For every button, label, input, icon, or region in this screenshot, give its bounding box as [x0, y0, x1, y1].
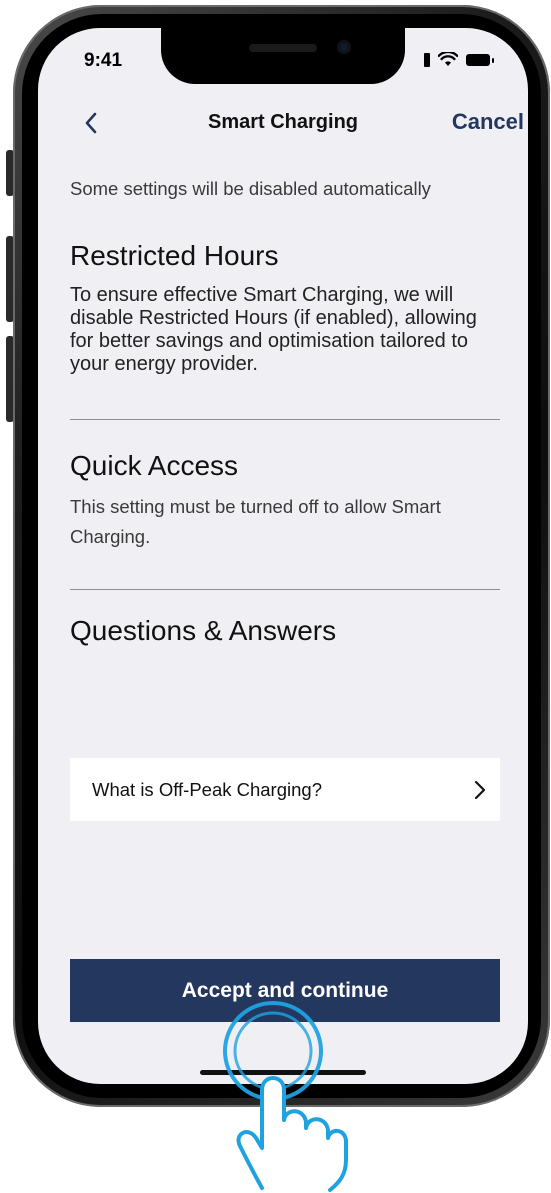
qa-item-off-peak-charging[interactable]: What is Off-Peak Charging?	[70, 758, 500, 821]
intro-text: Some settings will be disabled automatic…	[70, 178, 431, 199]
app-screen: 9:41 Smart Charging Cancel Some settings…	[38, 28, 528, 1084]
section-title-quick-access: Quick Access	[70, 450, 239, 481]
home-indicator	[200, 1070, 366, 1075]
qa-item-label: What is Off-Peak Charging?	[92, 778, 322, 800]
section-title-restricted-hours: Restricted Hours	[70, 240, 279, 271]
divider	[70, 419, 500, 420]
battery-icon	[466, 53, 494, 66]
status-icons	[424, 52, 494, 67]
nav-bar: Smart Charging Cancel	[38, 106, 528, 142]
wifi-icon	[438, 52, 458, 66]
section-text-restricted-hours: To ensure effective Smart Charging, we w…	[70, 284, 477, 375]
content: Some settings will be disabled automatic…	[70, 174, 500, 647]
chevron-right-icon	[474, 780, 486, 799]
accept-and-continue-button[interactable]: Accept and continue	[70, 959, 500, 1022]
cancel-button[interactable]: Cancel	[452, 109, 524, 135]
notch	[161, 28, 405, 84]
speaker-grille	[249, 44, 317, 52]
divider	[70, 589, 500, 590]
status-time: 9:41	[84, 50, 123, 71]
phone-mockup: 9:41 Smart Charging Cancel Some settings…	[0, 0, 551, 1193]
section-text-quick-access: This setting must be turned off to allow…	[70, 496, 441, 547]
signal-icon	[424, 52, 430, 67]
section-title-questions-answers: Questions & Answers	[70, 615, 337, 646]
front-camera	[337, 40, 351, 54]
